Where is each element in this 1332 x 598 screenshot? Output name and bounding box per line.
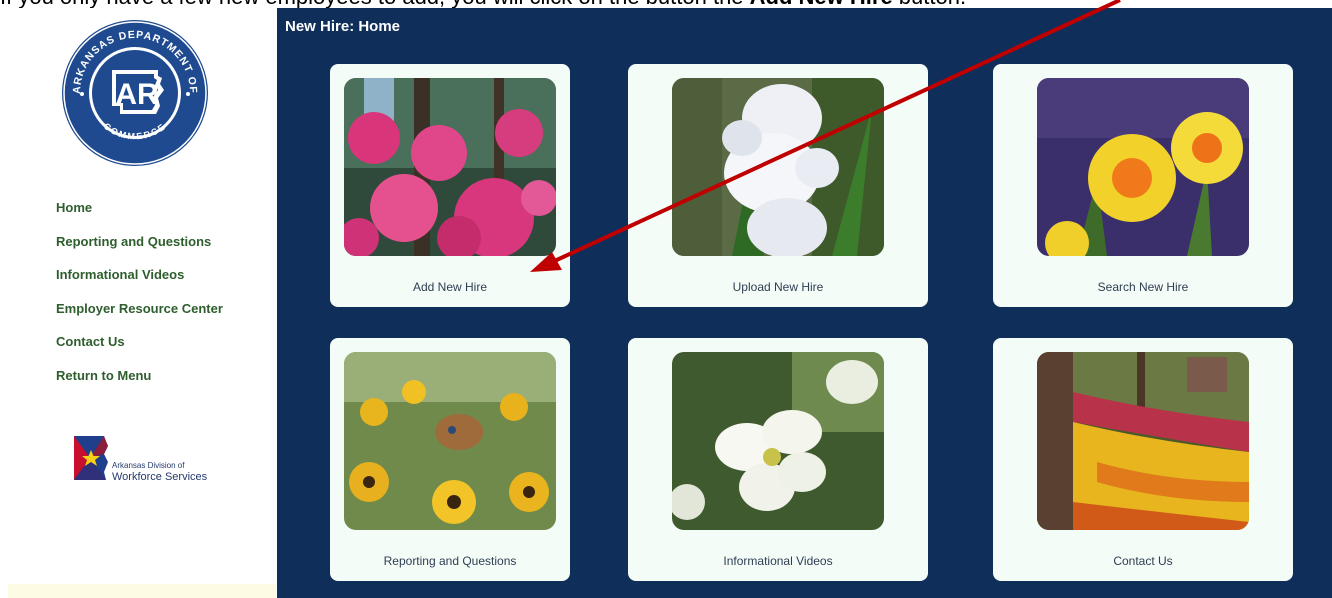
nav-item-home[interactable]: Home: [56, 198, 223, 232]
sidebar-nav: Home Reporting and Questions Information…: [56, 198, 223, 399]
main-panel: New Hire: Home Add New Hire Upload New H…: [277, 8, 1332, 598]
tile-search-new-hire[interactable]: Search New Hire: [993, 64, 1293, 307]
pink-azaleas-photo: [344, 78, 556, 256]
arkansas-commerce-seal-logo[interactable]: ARKANSAS DEPARTMENT OF COMMERCE AR: [60, 18, 210, 168]
tile-contact-us[interactable]: Contact Us: [993, 338, 1293, 581]
page-title: New Hire: Home: [285, 18, 401, 35]
tile-label: Add New Hire: [412, 280, 488, 294]
nav-item-return-to-menu[interactable]: Return to Menu: [56, 366, 223, 400]
tile-label: Upload New Hire: [732, 280, 824, 294]
sidebar-footer: [8, 584, 276, 598]
tile-label: Contact Us: [1113, 554, 1173, 568]
workforce-logo-line1: Arkansas Division of: [112, 461, 185, 470]
instruction-text: If you only have a few new employees to …: [0, 0, 1332, 8]
nav-item-contact-us[interactable]: Contact Us: [56, 332, 223, 366]
tile-label: Search New Hire: [1097, 280, 1189, 294]
white-hyacinth-photo: [672, 78, 884, 256]
nav-item-informational-videos[interactable]: Informational Videos: [56, 265, 223, 299]
tile-add-new-hire[interactable]: Add New Hire: [330, 64, 570, 307]
nav-item-reporting-and-questions[interactable]: Reporting and Questions: [56, 232, 223, 266]
tulip-garden-photo: [1037, 352, 1249, 530]
tile-informational-videos[interactable]: Informational Videos: [628, 338, 928, 581]
tile-upload-new-hire[interactable]: Upload New Hire: [628, 64, 928, 307]
yellow-daffodil-photo: [1037, 78, 1249, 256]
tile-reporting-and-questions[interactable]: Reporting and Questions: [330, 338, 570, 581]
black-eyed-susan-butterfly-photo: [344, 352, 556, 530]
workforce-services-logo-text: Arkansas Division of Workforce Services: [112, 461, 207, 483]
white-dogwood-photo: [672, 352, 884, 530]
nav-item-employer-resource-center[interactable]: Employer Resource Center: [56, 299, 223, 333]
tile-label: Reporting and Questions: [383, 554, 517, 568]
tile-label: Informational Videos: [723, 554, 833, 568]
svg-text:AR: AR: [115, 78, 159, 111]
workforce-logo-line2: Workforce Services: [112, 471, 208, 483]
